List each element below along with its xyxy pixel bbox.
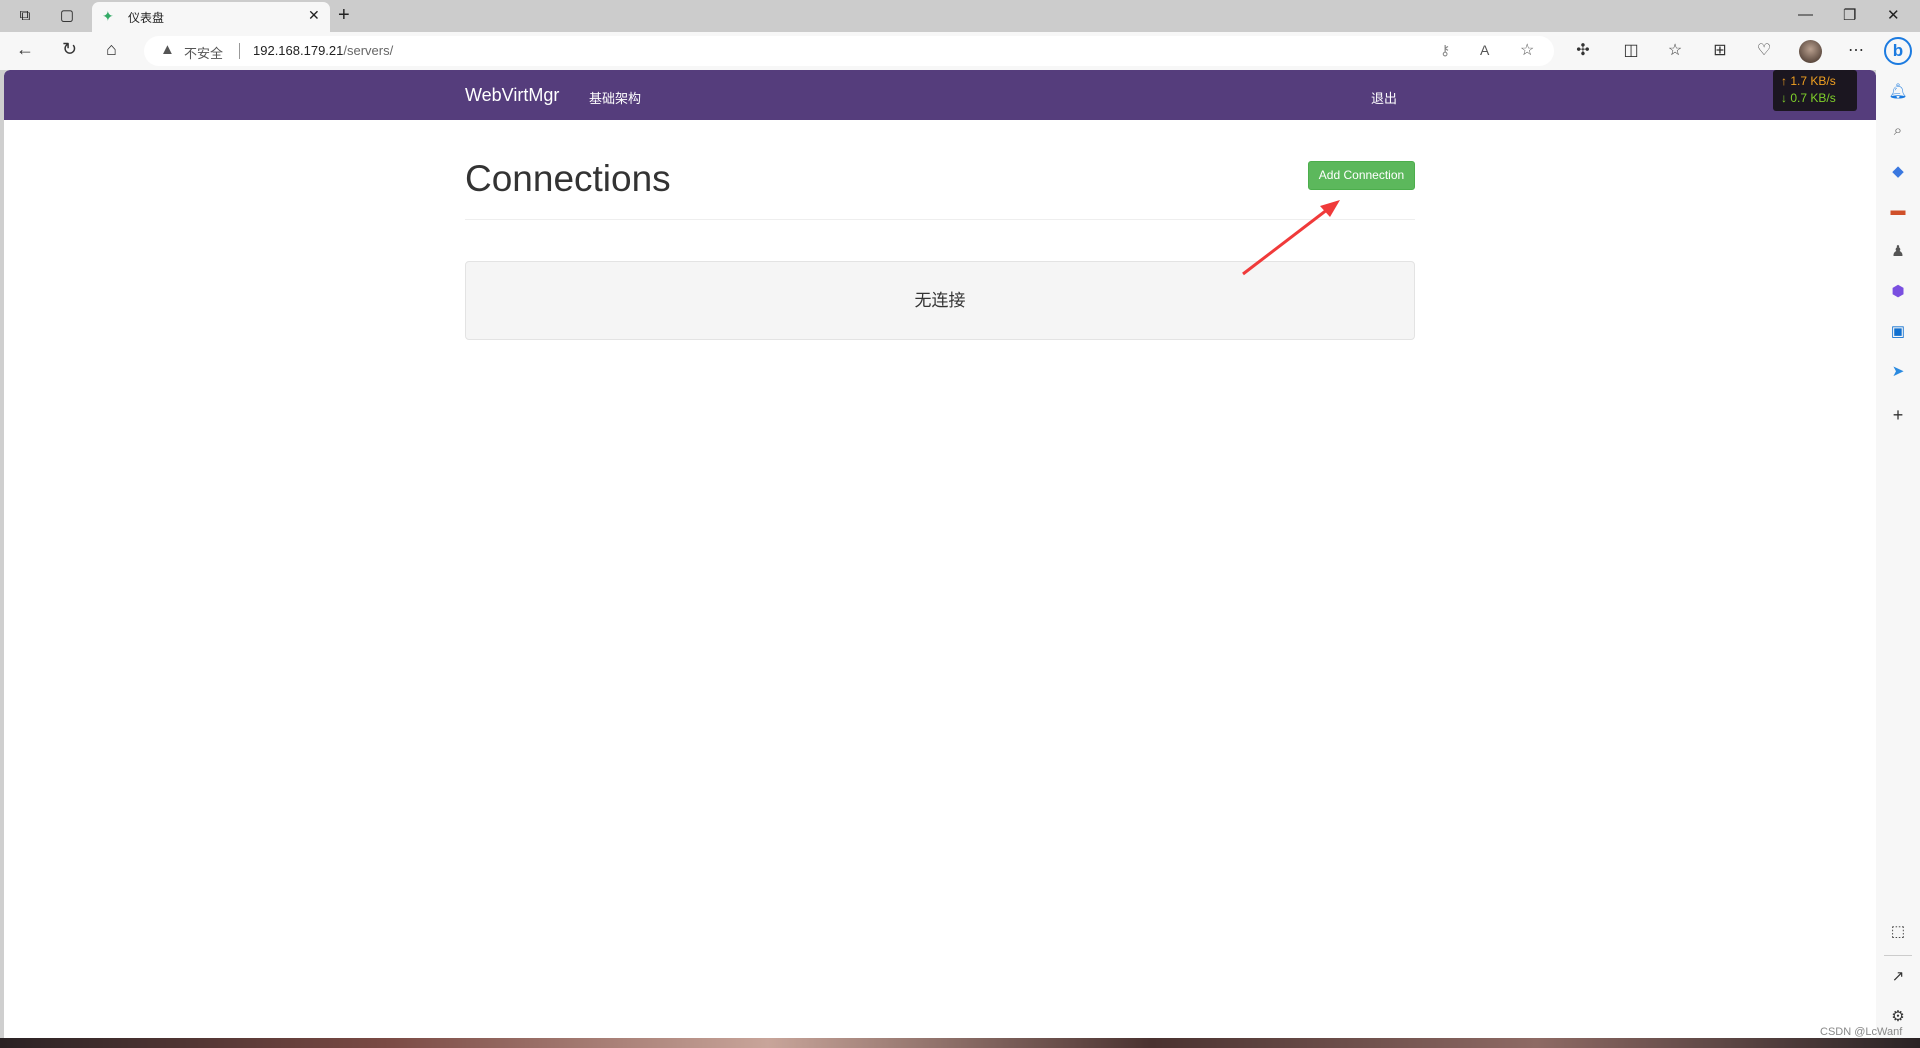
extensions-icon[interactable]: ✣	[1572, 40, 1594, 60]
tools-icon[interactable]: ▬	[1876, 202, 1920, 219]
search-icon[interactable]: ⌕	[1876, 122, 1920, 139]
address-bar[interactable]: ▲ 不安全 192.168.179.21/servers/ ⚷ A ☆	[144, 36, 1554, 66]
collections-icon[interactable]: ⊞	[1709, 40, 1731, 60]
read-aloud-icon[interactable]: A	[1480, 42, 1489, 58]
add-icon[interactable]: +	[1876, 405, 1920, 426]
arrow-shaft	[1242, 204, 1333, 276]
webpage: WebVirtMgr 基础架构 退出 Connections Add Conne…	[4, 70, 1876, 1038]
office-icon[interactable]: ⬢	[1876, 282, 1920, 300]
refresh-icon[interactable]: ↻	[62, 39, 77, 60]
url-path: /servers/	[343, 43, 394, 58]
browser-essentials-icon[interactable]: ♡	[1753, 40, 1775, 60]
tab-active[interactable]: ✦ 仪表盘 ✕	[92, 2, 330, 33]
workspaces-icon[interactable]: ⧉	[14, 6, 36, 26]
key-icon[interactable]: ⚷	[1440, 42, 1450, 59]
network-speed-overlay: ↑ 1.7 KB/s ↓ 0.7 KB/s	[1773, 70, 1857, 111]
settings-icon[interactable]: ⚙	[1876, 1007, 1920, 1025]
url-host: 192.168.179.21	[253, 43, 344, 58]
favorites-icon[interactable]: ☆	[1664, 40, 1686, 60]
back-icon[interactable]: ←	[16, 39, 34, 60]
close-tab-icon[interactable]: ✕	[308, 7, 320, 24]
restore-icon[interactable]: ❐	[1843, 6, 1856, 24]
annotation-arrow	[1242, 200, 1340, 276]
drop-icon[interactable]: ➤	[1876, 362, 1920, 380]
screenshot-icon[interactable]: ⬚	[1876, 922, 1920, 940]
shopping-tag-icon[interactable]: ◆	[1876, 162, 1920, 180]
bell-icon[interactable]: 🔔︎	[1876, 82, 1920, 100]
new-tab-icon[interactable]: +	[338, 4, 350, 27]
favicon-icon: ✦	[102, 8, 114, 24]
divider	[239, 43, 240, 59]
open-external-icon[interactable]: ↗	[1876, 967, 1920, 985]
window-close-icon[interactable]: ✕	[1887, 6, 1900, 24]
divider	[1884, 955, 1912, 956]
outlook-icon[interactable]: ▣	[1876, 322, 1920, 340]
edge-sidebar: 🔔︎ ⌕ ◆ ▬ ♟ ⬢ ▣ ➤ + ⬚ ↗ ⚙	[1876, 70, 1920, 1038]
desktop-wallpaper-strip	[0, 1038, 1920, 1048]
games-icon[interactable]: ♟	[1876, 242, 1920, 260]
split-screen-icon[interactable]: ◫	[1620, 40, 1642, 60]
bing-copilot-icon[interactable]: b	[1884, 37, 1912, 65]
minimize-icon[interactable]: —	[1798, 6, 1813, 23]
watermark: CSDN @LcWanf	[1820, 1026, 1903, 1038]
favorite-star-icon[interactable]: ☆	[1520, 40, 1534, 60]
warning-icon: ▲	[160, 41, 175, 58]
url-text[interactable]: 192.168.179.21/servers/	[253, 43, 393, 58]
security-label[interactable]: 不安全	[184, 43, 223, 62]
more-icon[interactable]: ⋯	[1845, 40, 1867, 60]
tab-strip: ⧉ ▢ ✦ 仪表盘 ✕ + — ❐ ✕	[0, 0, 1920, 33]
vertical-tabs-icon[interactable]: ▢	[56, 6, 78, 26]
tab-title: 仪表盘	[128, 11, 165, 25]
home-icon[interactable]: ⌂	[106, 39, 117, 60]
upload-speed: ↑ 1.7 KB/s	[1781, 74, 1836, 88]
profile-avatar[interactable]	[1799, 40, 1822, 63]
download-speed: ↓ 0.7 KB/s	[1781, 91, 1836, 105]
